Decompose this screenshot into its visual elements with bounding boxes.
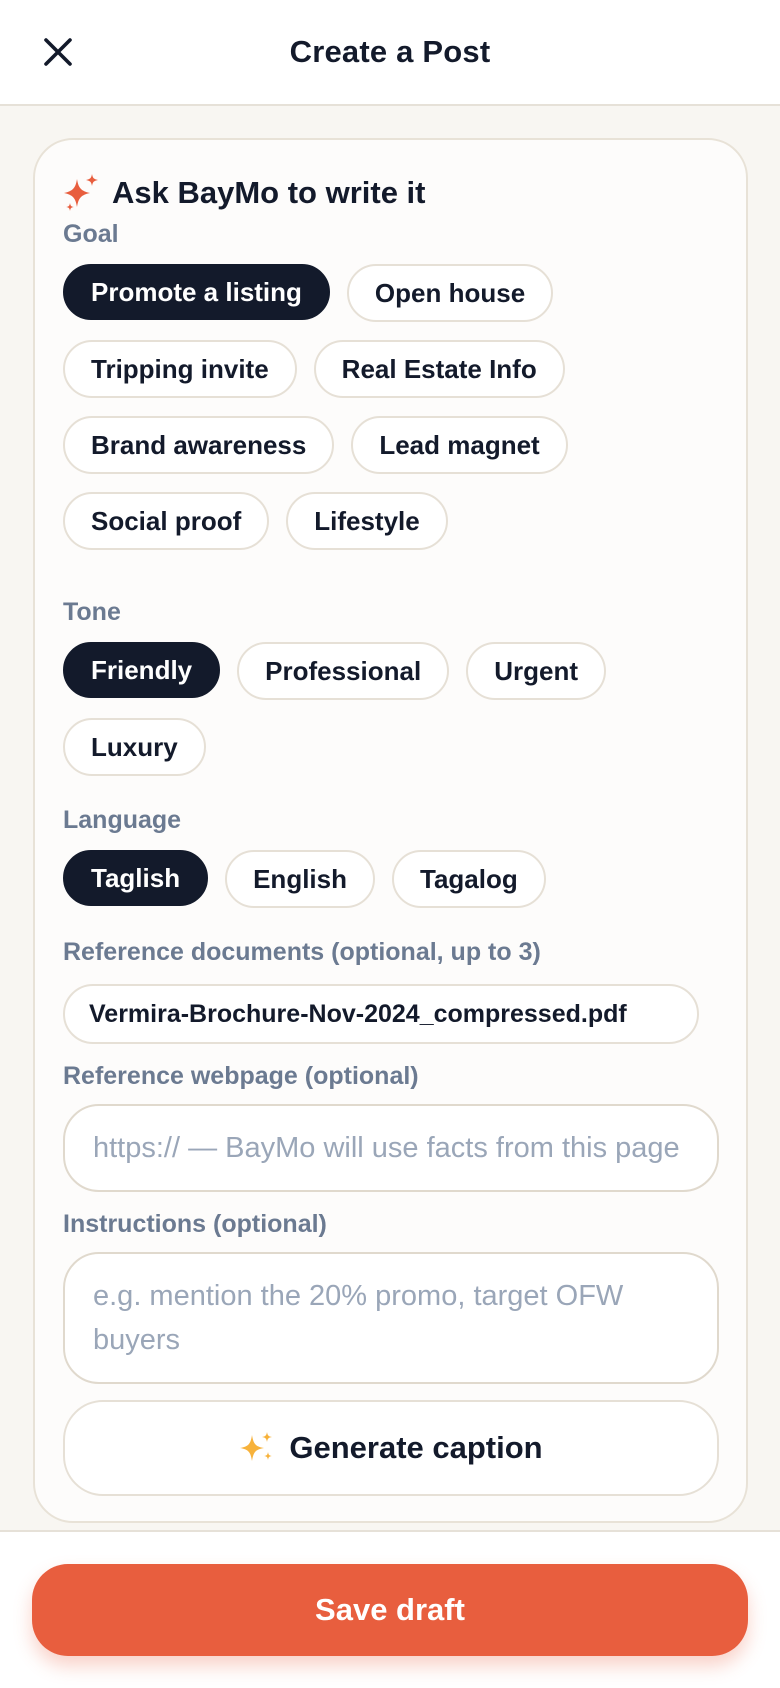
card-title: Ask BayMo to write it <box>112 175 426 210</box>
page-title: Create a Post <box>289 34 491 69</box>
goal-chip-lead-magnet[interactable]: Lead magnet <box>351 416 568 474</box>
goal-chip-row-1: Promote a listing Open house <box>63 264 554 322</box>
language-chip-english[interactable]: English <box>225 850 375 908</box>
close-button[interactable] <box>38 30 78 74</box>
tone-chip-luxury[interactable]: Luxury <box>63 718 206 776</box>
sparkle-icon <box>64 174 98 211</box>
tone-chip-row-1: Friendly Professional Urgent <box>63 642 606 700</box>
tone-chip-friendly[interactable]: Friendly <box>63 642 221 698</box>
reference-webpage-input[interactable] <box>63 1104 719 1192</box>
goal-chip-row-3: Brand awareness Lead magnet <box>63 416 568 474</box>
language-chip-row: Taglish English Tagalog <box>63 850 546 908</box>
ai-writer-card: Ask BayMo to write it Goal Promote a lis… <box>33 138 748 1523</box>
top-bar: Create a Post <box>0 0 780 106</box>
instructions-label: Instructions (optional) <box>63 1210 327 1238</box>
goal-chip-row-2: Tripping invite Real Estate Info <box>63 340 565 398</box>
reference-documents-label: Reference documents (optional, up to 3) <box>63 938 541 966</box>
language-label: Language <box>63 806 182 834</box>
goal-chip-row-4: Social proof Lifestyle <box>63 492 448 550</box>
close-icon <box>44 38 72 66</box>
tone-chip-professional[interactable]: Professional <box>237 642 450 700</box>
generate-caption-label: Generate caption <box>289 1430 543 1465</box>
instructions-textarea[interactable] <box>63 1252 719 1384</box>
goal-chip-lifestyle[interactable]: Lifestyle <box>286 492 448 550</box>
goal-chip-social-proof[interactable]: Social proof <box>63 492 270 550</box>
goal-chip-open-house[interactable]: Open house <box>346 264 554 322</box>
tone-chip-row-2: Luxury <box>63 718 206 776</box>
language-chip-taglish[interactable]: Taglish <box>63 850 209 906</box>
goal-chip-real-estate-info[interactable]: Real Estate Info <box>313 340 565 398</box>
reference-webpage-label: Reference webpage (optional) <box>63 1062 419 1090</box>
goal-chip-brand-awareness[interactable]: Brand awareness <box>63 416 335 474</box>
goal-chip-tripping-invite[interactable]: Tripping invite <box>63 340 297 398</box>
language-chip-tagalog[interactable]: Tagalog <box>392 850 546 908</box>
card-header: Ask BayMo to write it <box>62 170 426 216</box>
goal-chip-promote-a-listing[interactable]: Promote a listing <box>63 264 330 320</box>
bottom-bar: Save draft <box>0 1530 780 1688</box>
tone-label: Tone <box>63 598 121 626</box>
reference-document-chip[interactable]: Vermira-Brochure-Nov-2024_compressed.pdf <box>63 984 699 1044</box>
goal-label: Goal <box>63 220 119 248</box>
sparkles-emoji-icon <box>240 1432 273 1461</box>
generate-caption-button[interactable]: Generate caption <box>63 1400 719 1496</box>
tone-chip-urgent[interactable]: Urgent <box>466 642 606 700</box>
save-draft-button[interactable]: Save draft <box>32 1564 748 1656</box>
